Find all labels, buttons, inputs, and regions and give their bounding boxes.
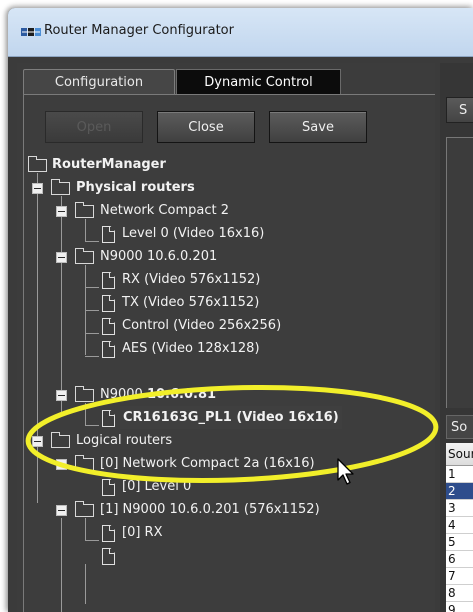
tree-item-logical-rx[interactable]: [0] RX	[80, 521, 163, 544]
tree-item-label: N9000 10.6.0.201	[100, 249, 218, 264]
tree-item-label: Level 0 (Video 16x16)	[122, 226, 265, 241]
tree-item-label: AES (Video 128x128)	[122, 341, 260, 356]
save-button-label: Save	[302, 119, 334, 135]
folder-icon	[51, 179, 70, 195]
open-button[interactable]: Open	[45, 111, 143, 143]
window-title: Router Manager Configurator	[44, 23, 234, 38]
collapse-icon[interactable]	[56, 252, 67, 263]
table-row[interactable]: 2	[446, 483, 473, 500]
folder-icon	[75, 248, 94, 264]
tree-item-aes[interactable]: AES (Video 128x128)	[80, 337, 260, 360]
close-button-label: Close	[188, 119, 224, 135]
highlight-ellipse	[25, 384, 439, 484]
right-panel: S So Sour 1 2 3 4 5 6 7 8 9	[440, 63, 473, 612]
collapse-icon[interactable]	[56, 206, 67, 217]
collapse-icon[interactable]	[56, 505, 67, 516]
tree-item-label: RouterManager	[52, 157, 166, 172]
sources-tab[interactable]: So	[446, 415, 473, 439]
tab-dynamic-control-label: Dynamic Control	[204, 74, 313, 90]
save-button[interactable]: Save	[269, 111, 367, 143]
sources-tab-label: So	[451, 420, 468, 435]
collapse-icon[interactable]	[32, 183, 43, 194]
tree-item-n9000-201[interactable]: N9000 10.6.0.201	[56, 245, 217, 268]
open-button-label: Open	[76, 119, 112, 135]
document-icon	[102, 272, 115, 289]
folder-icon	[28, 156, 47, 172]
client-area: Configuration Dynamic Control Open Close…	[8, 57, 473, 612]
folder-icon	[75, 202, 94, 218]
tree-item-label: TX (Video 576x1152)	[122, 295, 260, 310]
table-row[interactable]: 3	[446, 500, 473, 517]
table-row[interactable]: 8	[446, 585, 473, 602]
configuration-panel: Configuration Dynamic Control Open Close…	[17, 63, 435, 612]
tree-connector	[61, 518, 62, 612]
tree-item-routermanager[interactable]: RouterManager	[28, 153, 166, 176]
document-icon	[102, 548, 115, 565]
app-icon	[21, 28, 41, 36]
table-row[interactable]: 6	[446, 551, 473, 568]
table-row[interactable]: 5	[446, 534, 473, 551]
tree-item-label: Physical routers	[76, 180, 195, 195]
tab-dynamic-control[interactable]: Dynamic Control	[176, 69, 341, 95]
document-icon	[102, 318, 115, 335]
tree-item-physical-routers[interactable]: Physical routers	[32, 176, 195, 199]
document-icon	[102, 525, 115, 542]
tree-item-label: [0] RX	[122, 525, 163, 540]
title-bar: Router Manager Configurator	[8, 8, 473, 57]
folder-icon	[75, 501, 94, 517]
tree-item-label: RX (Video 576x1152)	[122, 272, 261, 287]
tab-configuration-label: Configuration	[54, 74, 144, 90]
tree-item-network-compact-2[interactable]: Network Compact 2	[56, 199, 229, 222]
document-icon	[102, 341, 115, 358]
tree-item-level-0[interactable]: Level 0 (Video 16x16)	[80, 222, 264, 245]
table-row[interactable]: 4	[446, 517, 473, 534]
right-tab-label: S	[459, 103, 468, 118]
sources-table-header[interactable]: Sour	[446, 443, 473, 466]
tree-connector	[85, 564, 86, 604]
tree-item-label: [1] N9000 10.6.0.201 (576x1152)	[100, 502, 320, 517]
tree-item-label: Network Compact 2	[100, 203, 229, 218]
app-window: Router Manager Configurator Configuratio…	[8, 8, 473, 612]
right-tab[interactable]: S	[446, 97, 473, 123]
sources-table[interactable]: Sour 1 2 3 4 5 6 7 8 9	[446, 443, 473, 612]
document-icon	[102, 295, 115, 312]
table-row[interactable]: 9	[446, 602, 473, 612]
close-button[interactable]: Close	[157, 111, 255, 143]
table-row[interactable]: 1	[446, 466, 473, 483]
tree-item-tx[interactable]: TX (Video 576x1152)	[80, 291, 259, 314]
tree-item-control[interactable]: Control (Video 256x256)	[80, 314, 281, 337]
tree-item-logical-n9000[interactable]: [1] N9000 10.6.0.201 (576x1152)	[56, 498, 320, 521]
document-icon	[102, 226, 115, 243]
tree-item-label: Control (Video 256x256)	[122, 318, 282, 333]
tree-item-rx[interactable]: RX (Video 576x1152)	[80, 268, 260, 291]
configuration-tab-body: Open Close Save RouterManager Physical r…	[23, 94, 435, 612]
right-content-box	[446, 137, 473, 408]
table-row[interactable]: 7	[446, 568, 473, 585]
mouse-cursor-icon	[337, 458, 354, 485]
tab-configuration[interactable]: Configuration	[23, 69, 175, 94]
